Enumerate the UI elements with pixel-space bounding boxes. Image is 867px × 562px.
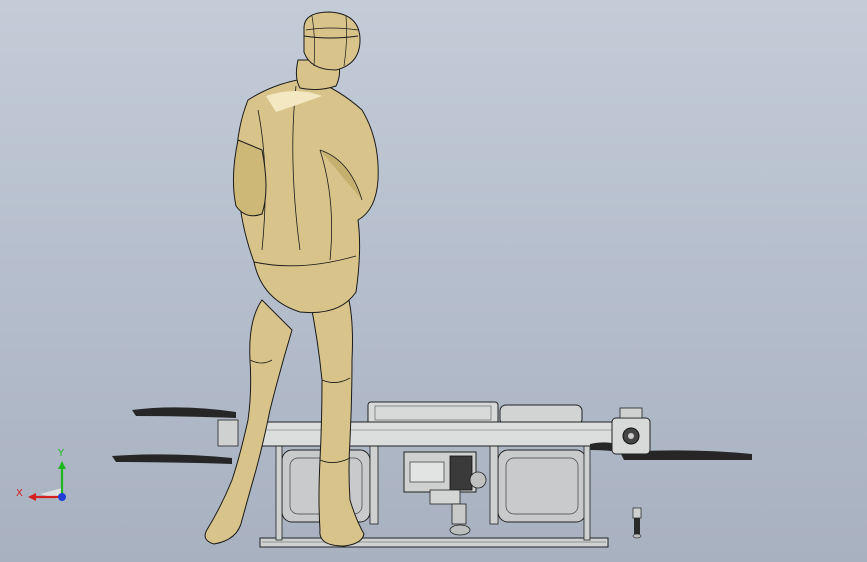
payload-box xyxy=(367,401,499,425)
coordinate-triad: X Y xyxy=(16,448,66,501)
z-axis-dot xyxy=(58,493,66,501)
cad-viewport[interactable]: X Y xyxy=(0,0,867,562)
loose-fastener[interactable] xyxy=(632,507,642,539)
figure-arm xyxy=(232,139,267,217)
motor-right[interactable] xyxy=(611,407,651,455)
drone-assembly[interactable] xyxy=(112,401,752,548)
leg-left xyxy=(275,443,283,541)
y-axis-label: Y xyxy=(57,448,65,459)
propeller-front-left[interactable] xyxy=(112,407,239,464)
camera-gimbal[interactable] xyxy=(403,451,487,536)
x-axis-label: X xyxy=(16,488,23,499)
base-rail xyxy=(259,537,609,548)
model-view[interactable]: X Y xyxy=(0,0,867,562)
leg-right xyxy=(583,443,591,541)
main-deck xyxy=(261,421,615,447)
tank-right xyxy=(497,449,587,523)
